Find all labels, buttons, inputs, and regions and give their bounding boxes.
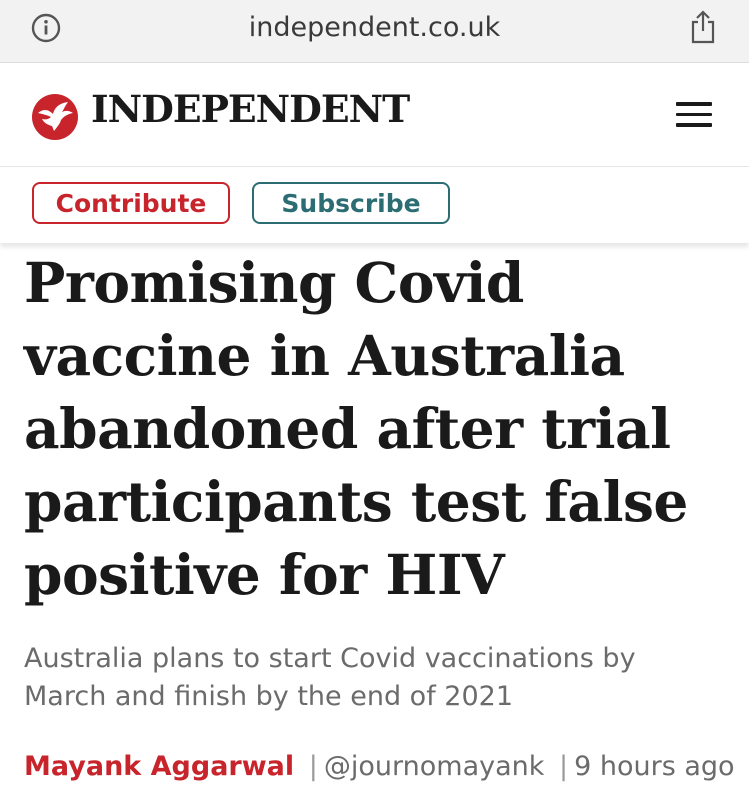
article-byline: Mayank Aggarwal | @journomayank | 9 hours … <box>24 751 744 782</box>
byline-separator: | <box>558 751 569 782</box>
menu-bar <box>676 112 712 116</box>
menu-bar <box>676 123 712 127</box>
cta-row: Contribute Subscribe <box>0 167 749 243</box>
article-standfirst: Australia plans to start Covid vaccinati… <box>24 643 636 712</box>
publish-time: 9 hours ago <box>574 751 735 782</box>
share-icon[interactable] <box>689 9 717 45</box>
site-wordmark[interactable]: INDEPENDENT <box>91 87 410 131</box>
article-headline: Promising Covid vaccine in Australia aba… <box>24 250 688 607</box>
author-handle[interactable]: @journomayank <box>324 751 545 782</box>
site-header: INDEPENDENT <box>0 63 749 167</box>
browser-url-bar: independent.co.uk <box>0 0 749 63</box>
hamburger-menu-icon[interactable] <box>676 102 712 128</box>
url-text[interactable]: independent.co.uk <box>0 12 749 43</box>
contribute-button[interactable]: Contribute <box>32 182 230 224</box>
menu-bar <box>676 102 712 106</box>
subscribe-button[interactable]: Subscribe <box>252 182 450 224</box>
eagle-logo-icon[interactable] <box>31 93 79 141</box>
author-link[interactable]: Mayank Aggarwal <box>24 751 294 782</box>
byline-separator: | <box>308 751 318 782</box>
